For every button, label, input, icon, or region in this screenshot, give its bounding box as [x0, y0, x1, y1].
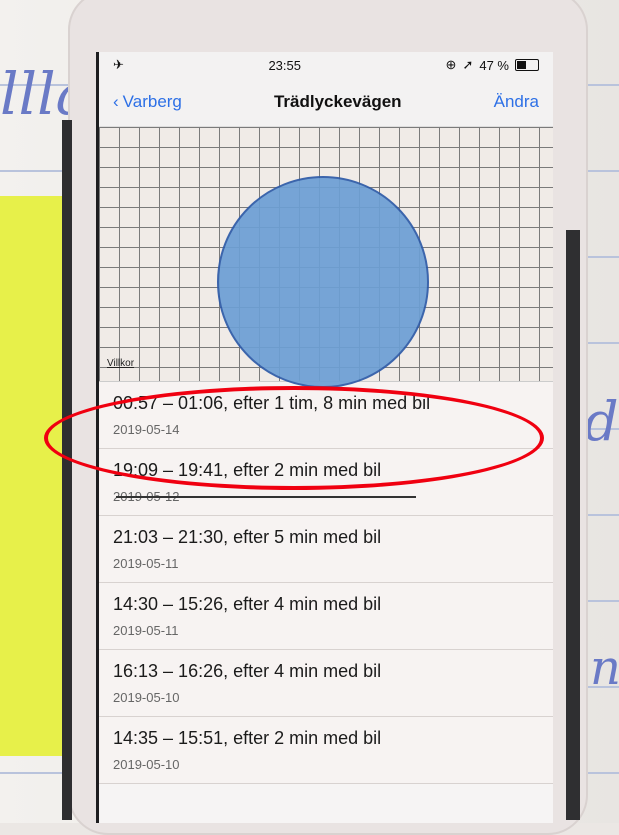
list-item-title: 14:30 – 15:26, efter 4 min med bil [113, 594, 382, 614]
list-item[interactable]: 14:30 – 15:26, efter 4 min med bil 2019-… [99, 583, 553, 650]
page-title: Trädlyckevägen [273, 92, 402, 111]
location-radius-circle [217, 176, 429, 388]
phone-screen: ✈ 23:55 ⊕ ➚ 47 % ‹ Varberg Trädlyckeväge… [96, 52, 553, 823]
location-icon: ➚ [462, 57, 474, 72]
list-item-title: 00:57 – 01:06, efter 1 tim, 8 min med bi… [113, 393, 431, 413]
chevron-left-icon: ‹ [113, 92, 119, 111]
list-item[interactable]: 14:35 – 15:51, efter 2 min med bil 2019-… [99, 717, 553, 784]
airplane-mode-icon: ✈ [113, 57, 124, 72]
list-item-date: 2019-05-14 [113, 422, 180, 437]
battery-percent: 47 % [479, 57, 509, 73]
phone-edge-right [566, 230, 580, 820]
list-item-date: 2019-05-10 [113, 757, 180, 772]
list-item[interactable]: 16:13 – 16:26, efter 4 min med bil 2019-… [99, 650, 553, 717]
battery-fill [517, 61, 526, 69]
list-item-title: 16:13 – 16:26, efter 4 min med bil [113, 661, 382, 681]
sticky-note [0, 196, 64, 756]
list-item[interactable]: 19:09 – 19:41, efter 2 min med bil 2019-… [99, 449, 553, 516]
map-terms-link[interactable]: Villkor [107, 358, 134, 369]
list-item-title: 21:03 – 21:30, efter 5 min med bil [113, 527, 382, 547]
back-button[interactable]: ‹ Varberg [113, 92, 182, 112]
rotation-lock-icon: ⊕ [445, 57, 457, 72]
phone-edge-left [62, 120, 72, 820]
back-label: Varberg [122, 92, 182, 111]
handwriting-mark: n [590, 640, 619, 696]
status-right: ⊕ ➚ 47 % [446, 57, 539, 73]
history-list: 00:57 – 01:06, efter 1 tim, 8 min med bi… [99, 382, 553, 784]
list-item[interactable]: 00:57 – 01:06, efter 1 tim, 8 min med bi… [99, 382, 553, 449]
list-item-date: 2019-05-11 [113, 623, 179, 638]
list-item-date: 2019-05-11 [113, 556, 179, 571]
list-item-title: 19:09 – 19:41, efter 2 min med bil [113, 460, 382, 480]
list-item-date: 2019-05-10 [113, 690, 180, 705]
list-item[interactable]: 21:03 – 21:30, efter 5 min med bil 2019-… [99, 516, 553, 583]
status-time: 23:55 [268, 57, 301, 73]
strikethrough-mark [116, 496, 416, 498]
edit-button[interactable]: Ändra [494, 92, 539, 112]
battery-icon [515, 59, 539, 71]
list-item-title: 14:35 – 15:51, efter 2 min med bil [113, 728, 382, 748]
map-view[interactable]: Villkor [99, 127, 553, 388]
status-bar: ✈ 23:55 ⊕ ➚ 47 % [99, 52, 553, 78]
navigation-bar: ‹ Varberg Trädlyckevägen Ändra [99, 78, 553, 127]
handwriting-mark: d [584, 390, 619, 453]
